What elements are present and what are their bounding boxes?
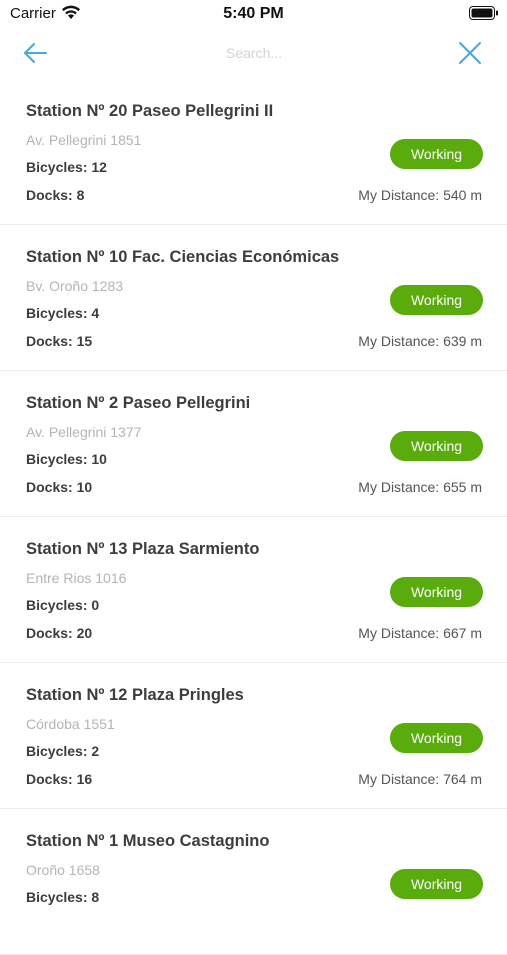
status-bar: Carrier 5:40 PM <box>0 0 507 28</box>
station-distance: My Distance: 667 m <box>358 625 482 641</box>
station-list-item[interactable]: Station Nº 2 Paseo Pellegrini Av. Pelleg… <box>0 371 507 517</box>
close-x-icon <box>459 42 481 64</box>
search-input[interactable] <box>150 40 360 66</box>
arrow-left-icon <box>24 43 47 63</box>
station-address: Entre Rios 1016 <box>26 570 127 586</box>
station-bicycles: Bicycles: 4 <box>26 305 100 321</box>
station-bicycles: Bicycles: 2 <box>26 743 100 759</box>
station-distance: My Distance: 639 m <box>358 333 482 349</box>
nav-bar <box>0 28 507 78</box>
station-address: Oroño 1658 <box>26 862 100 878</box>
station-bicycles: Bicycles: 12 <box>26 159 107 175</box>
station-docks: Docks: 10 <box>26 479 93 495</box>
station-docks: Docks: 20 <box>26 625 93 641</box>
station-bicycles: Bicycles: 0 <box>26 597 100 613</box>
status-badge: Working <box>390 431 483 461</box>
close-button[interactable] <box>455 38 485 68</box>
station-list-item[interactable]: Station Nº 13 Plaza Sarmiento Entre Rios… <box>0 517 507 663</box>
station-list-item[interactable]: Station Nº 10 Fac. Ciencias Económicas B… <box>0 225 507 371</box>
station-address: Bv. Oroño 1283 <box>26 278 124 294</box>
station-docks: Docks: 16 <box>26 771 93 787</box>
station-name: Station Nº 13 Plaza Sarmiento <box>26 540 260 558</box>
station-docks: Docks: 8 <box>26 187 85 203</box>
station-list-item[interactable]: Station Nº 20 Paseo Pellegrini II Av. Pe… <box>0 79 507 225</box>
status-badge: Working <box>390 285 483 315</box>
station-list-item[interactable]: Station Nº 1 Museo Castagnino Oroño 1658… <box>0 809 507 955</box>
station-distance: My Distance: 655 m <box>358 479 482 495</box>
station-name: Station Nº 20 Paseo Pellegrini II <box>26 102 274 120</box>
station-name: Station Nº 1 Museo Castagnino <box>26 832 270 850</box>
station-list: Station Nº 20 Paseo Pellegrini II Av. Pe… <box>0 79 507 955</box>
station-address: Av. Pellegrini 1377 <box>26 424 142 440</box>
station-distance: My Distance: 764 m <box>358 771 482 787</box>
status-badge: Working <box>390 139 483 169</box>
station-docks: Docks: 15 <box>26 333 93 349</box>
clock: 5:40 PM <box>223 5 284 22</box>
station-distance: My Distance: 540 m <box>358 187 482 203</box>
status-badge: Working <box>390 869 483 899</box>
battery-icon <box>469 6 499 26</box>
station-list-item[interactable]: Station Nº 12 Plaza Pringles Córdoba 155… <box>0 663 507 809</box>
status-badge: Working <box>390 723 483 753</box>
station-bicycles: Bicycles: 8 <box>26 889 100 905</box>
back-button[interactable] <box>18 38 52 68</box>
station-bicycles: Bicycles: 10 <box>26 451 107 467</box>
station-address: Av. Pellegrini 1851 <box>26 132 142 148</box>
station-name: Station Nº 12 Plaza Pringles <box>26 686 244 704</box>
station-name: Station Nº 10 Fac. Ciencias Económicas <box>26 248 340 266</box>
station-address: Córdoba 1551 <box>26 716 115 732</box>
status-badge: Working <box>390 577 483 607</box>
station-name: Station Nº 2 Paseo Pellegrini <box>26 394 251 412</box>
